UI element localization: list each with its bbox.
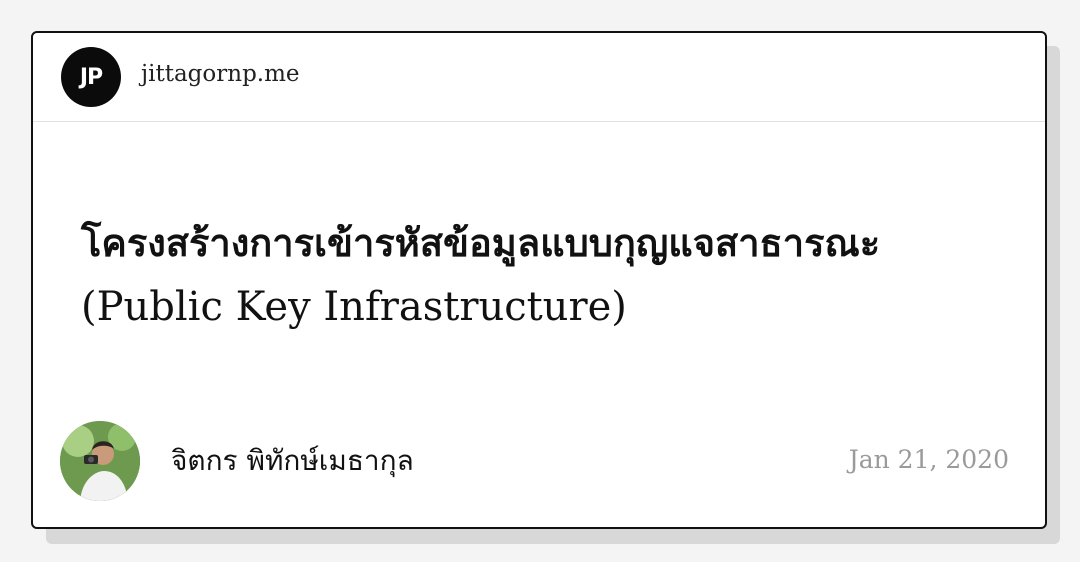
author-avatar[interactable] [60,421,140,501]
author-photo-icon [60,421,140,501]
article-card[interactable]: JP jittagornp.me โครงสร้างการเข้ารหัสข้อ… [31,31,1047,529]
author-name[interactable]: จิตกร พิทักษ์เมธากุล [171,439,414,483]
article-title-thai: โครงสร้างการเข้ารหัสข้อมูลแบบกุญแจสาธารณ… [81,221,881,265]
publish-date: Jan 21, 2020 [848,445,1009,474]
card-header: JP jittagornp.me [33,33,1045,122]
site-logo[interactable]: JP [61,47,121,107]
article-title-english: (Public Key Infrastructure) [81,284,627,330]
site-name-link[interactable]: jittagornp.me [141,61,300,87]
article-title[interactable]: โครงสร้างการเข้ารหัสข้อมูลแบบกุญแจสาธารณ… [81,211,1021,339]
